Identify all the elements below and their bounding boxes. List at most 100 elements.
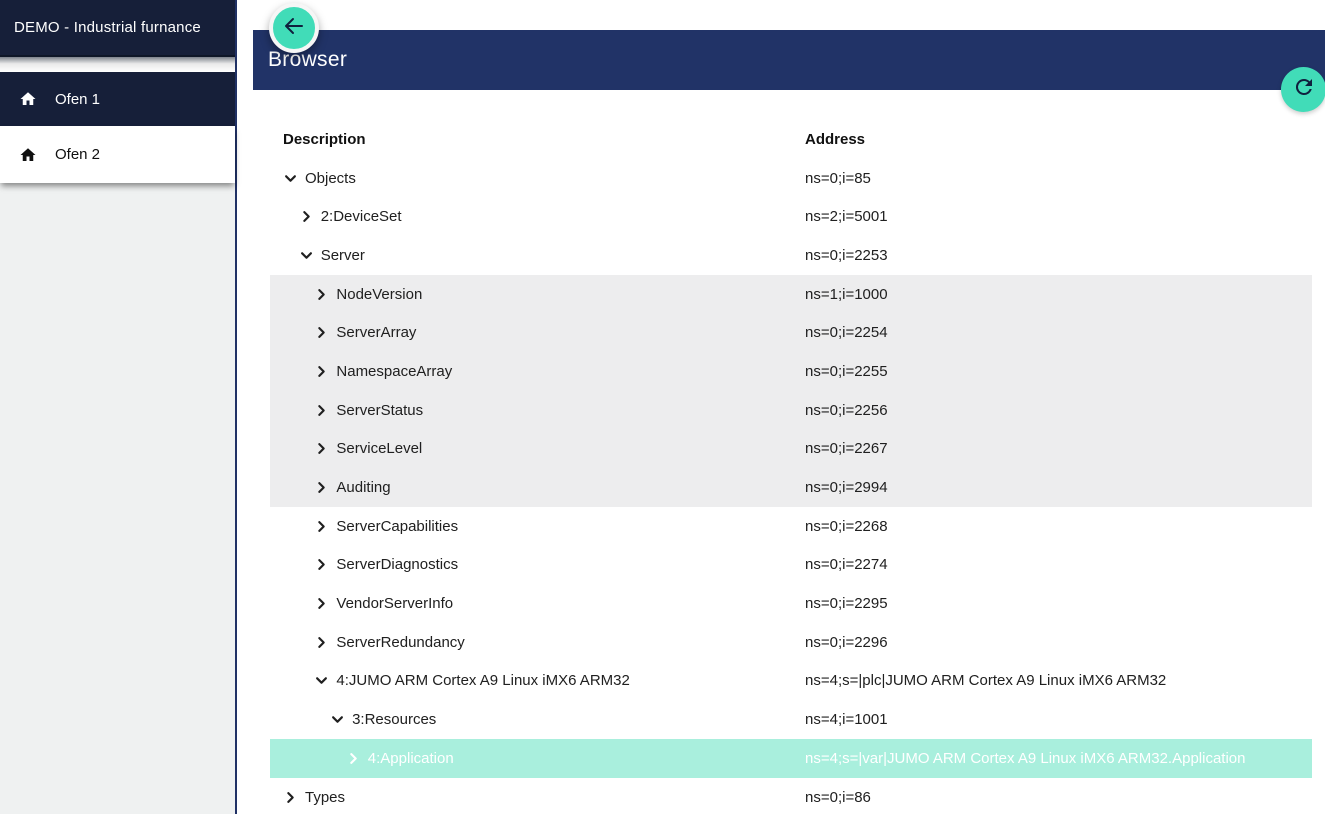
table-row[interactable]: 4:JUMO ARM Cortex A9 Linux iMX6 ARM32 ns… — [270, 662, 1312, 701]
sidebar-divider — [0, 57, 235, 72]
node-label: NamespaceArray — [336, 363, 452, 380]
home-icon — [19, 90, 37, 108]
chevron-right-icon[interactable] — [314, 325, 329, 340]
table-row[interactable]: ServerDiagnostics ns=0;i=2274 — [270, 546, 1312, 585]
node-address: ns=0;i=2254 — [805, 324, 1312, 341]
table-row[interactable]: NamespaceArray ns=0;i=2255 — [270, 352, 1312, 391]
description-cell: NodeVersion — [270, 286, 805, 303]
node-label: Types — [305, 789, 345, 806]
chevron-right-icon[interactable] — [314, 441, 329, 456]
sidebar-item-ofen-1[interactable]: Ofen 1 — [0, 72, 235, 126]
node-address: ns=0;i=2296 — [805, 634, 1312, 651]
node-address: ns=0;i=2994 — [805, 479, 1312, 496]
table-row[interactable]: 2:DeviceSet ns=2;i=5001 — [270, 197, 1312, 236]
table-row[interactable]: Objects ns=0;i=85 — [270, 159, 1312, 198]
table-row[interactable]: ServiceLevel ns=0;i=2267 — [270, 430, 1312, 469]
table-row[interactable]: NodeVersion ns=1;i=1000 — [270, 275, 1312, 314]
description-cell: 4:JUMO ARM Cortex A9 Linux iMX6 ARM32 — [270, 672, 805, 689]
chevron-right-icon[interactable] — [299, 209, 314, 224]
node-label: Server — [321, 247, 365, 264]
description-cell: 2:DeviceSet — [270, 208, 805, 225]
chevron-right-icon[interactable] — [314, 364, 329, 379]
chevron-right-icon[interactable] — [314, 596, 329, 611]
node-label: ServiceLevel — [336, 440, 422, 457]
chevron-down-icon[interactable] — [299, 248, 314, 263]
home-icon — [19, 146, 37, 164]
node-address: ns=4;i=1001 — [805, 711, 1312, 728]
table-row[interactable]: Types ns=0;i=86 — [270, 778, 1312, 816]
description-cell: Server — [270, 247, 805, 264]
description-cell: NamespaceArray — [270, 363, 805, 380]
chevron-right-icon[interactable] — [314, 403, 329, 418]
chevron-down-icon[interactable] — [283, 171, 298, 186]
table-body: Objects ns=0;i=85 2:DeviceSet ns=2;i=500… — [270, 159, 1312, 816]
chevron-right-icon[interactable] — [314, 480, 329, 495]
refresh-icon — [1292, 75, 1316, 104]
node-label: 4:Application — [368, 750, 454, 767]
chevron-right-icon[interactable] — [283, 790, 298, 805]
back-button[interactable] — [269, 3, 319, 53]
table-row[interactable]: ServerArray ns=0;i=2254 — [270, 313, 1312, 352]
description-cell: ServerArray — [270, 324, 805, 341]
node-address: ns=2;i=5001 — [805, 208, 1312, 225]
node-tree-table: Description Address Objects ns=0;i=85 2:… — [270, 120, 1312, 816]
node-label: ServerDiagnostics — [336, 556, 458, 573]
app-title: DEMO - Industrial furnance — [0, 0, 235, 57]
chevron-right-icon[interactable] — [314, 557, 329, 572]
node-label: Auditing — [336, 479, 390, 496]
description-cell: ServerCapabilities — [270, 518, 805, 535]
node-label: ServerCapabilities — [336, 518, 458, 535]
description-cell: ServerDiagnostics — [270, 556, 805, 573]
node-label: ServerStatus — [336, 402, 423, 419]
node-address: ns=0;i=2267 — [805, 440, 1312, 457]
table-row[interactable]: ServerStatus ns=0;i=2256 — [270, 391, 1312, 430]
chevron-right-icon[interactable] — [346, 751, 361, 766]
chevron-right-icon[interactable] — [314, 635, 329, 650]
node-label: 4:JUMO ARM Cortex A9 Linux iMX6 ARM32 — [336, 672, 629, 689]
table-row[interactable]: 3:Resources ns=4;i=1001 — [270, 700, 1312, 739]
node-address: ns=0;i=2268 — [805, 518, 1312, 535]
table-row[interactable]: Server ns=0;i=2253 — [270, 236, 1312, 275]
sidebar-item-label: Ofen 2 — [55, 146, 100, 163]
sidebar: DEMO - Industrial furnance Ofen 1 Ofen 2 — [0, 0, 237, 814]
node-address: ns=0;i=2256 — [805, 402, 1312, 419]
description-cell: 4:Application — [270, 750, 805, 767]
description-cell: ServerRedundancy — [270, 634, 805, 651]
node-address: ns=0;i=2253 — [805, 247, 1312, 264]
chevron-down-icon[interactable] — [314, 673, 329, 688]
browser-header: Browser — [253, 30, 1325, 90]
description-cell: Auditing — [270, 479, 805, 496]
node-address: ns=0;i=2274 — [805, 556, 1312, 573]
table-row[interactable]: ServerCapabilities ns=0;i=2268 — [270, 507, 1312, 546]
node-label: NodeVersion — [336, 286, 422, 303]
chevron-down-icon[interactable] — [330, 712, 345, 727]
page-title: Browser — [268, 48, 347, 72]
description-cell: ServiceLevel — [270, 440, 805, 457]
description-cell: Objects — [270, 170, 805, 187]
sidebar-item-ofen-2[interactable]: Ofen 2 — [0, 126, 235, 183]
table-row[interactable]: Auditing ns=0;i=2994 — [270, 468, 1312, 507]
node-label: 3:Resources — [352, 711, 436, 728]
description-cell: ServerStatus — [270, 402, 805, 419]
column-header-address: Address — [805, 131, 1312, 148]
table-row[interactable]: 4:Application ns=4;s=|var|JUMO ARM Corte… — [270, 739, 1312, 778]
chevron-right-icon[interactable] — [314, 287, 329, 302]
table-row[interactable]: ServerRedundancy ns=0;i=2296 — [270, 623, 1312, 662]
description-cell: VendorServerInfo — [270, 595, 805, 612]
node-address: ns=0;i=85 — [805, 170, 1312, 187]
node-address: ns=0;i=86 — [805, 789, 1312, 806]
arrow-left-icon — [282, 14, 306, 43]
table-row[interactable]: VendorServerInfo ns=0;i=2295 — [270, 584, 1312, 623]
node-address: ns=0;i=2295 — [805, 595, 1312, 612]
refresh-button[interactable] — [1281, 67, 1325, 112]
node-label: 2:DeviceSet — [321, 208, 402, 225]
node-label: VendorServerInfo — [336, 595, 453, 612]
node-address: ns=0;i=2255 — [805, 363, 1312, 380]
node-address: ns=4;s=|plc|JUMO ARM Cortex A9 Linux iMX… — [805, 672, 1312, 689]
node-address: ns=1;i=1000 — [805, 286, 1312, 303]
sidebar-item-label: Ofen 1 — [55, 91, 100, 108]
chevron-right-icon[interactable] — [314, 519, 329, 534]
node-label: ServerRedundancy — [336, 634, 464, 651]
app-title-label: DEMO - Industrial furnance — [14, 19, 201, 36]
table-header-row: Description Address — [270, 120, 1312, 159]
